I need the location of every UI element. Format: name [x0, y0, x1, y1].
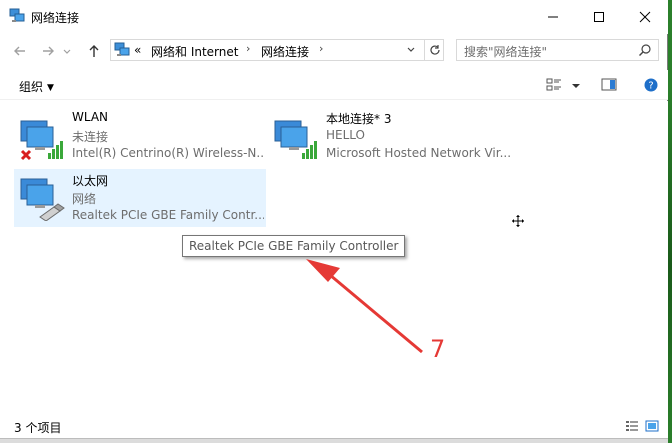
maximize-icon — [594, 12, 604, 22]
wireless-adapter-icon — [20, 120, 63, 161]
connection-item-wlan[interactable]: WLAN 未连接 Intel(R) Centrino(R) Wireless-N… — [14, 107, 266, 165]
status-bar: 3 个项目 — [0, 416, 668, 438]
search-icon[interactable] — [638, 43, 652, 57]
details-view-icon[interactable] — [625, 420, 639, 432]
connection-name: 以太网 — [72, 174, 109, 188]
connections-list: WLAN 未连接 Intel(R) Centrino(R) Wireless-N… — [0, 101, 668, 416]
connection-item-local-3[interactable]: 本地连接* 3 HELLO Microsoft Hosted Network V… — [268, 107, 524, 165]
refresh-button[interactable] — [424, 40, 444, 60]
help-icon[interactable]: ? — [643, 76, 659, 94]
network-connections-icon — [114, 42, 130, 56]
breadcrumb-network-internet[interactable]: 网络和 Internet — [151, 43, 238, 60]
caret-down-icon: ▼ — [47, 83, 54, 93]
large-icons-view-icon[interactable] — [645, 420, 659, 432]
change-view-icon[interactable] — [545, 76, 563, 94]
device-tooltip: Realtek PCIe GBE Family Controller — [182, 235, 406, 257]
connection-device: Microsoft Hosted Network Vir... — [326, 146, 512, 160]
connection-status: 未连接 — [72, 130, 109, 144]
refresh-icon — [429, 45, 440, 55]
connection-name: 本地连接* 3 — [326, 112, 392, 126]
background-edge — [668, 0, 672, 443]
search-input[interactable]: 搜索"网络连接" — [456, 39, 659, 61]
wireless-adapter-icon — [274, 120, 317, 159]
close-button[interactable] — [622, 0, 668, 34]
title-bar: 网络连接 — [0, 0, 668, 34]
preview-pane-icon[interactable] — [600, 76, 618, 94]
network-connections-icon — [9, 8, 25, 22]
connection-status: HELLO — [326, 128, 365, 142]
search-placeholder: 搜索"网络连接" — [464, 45, 548, 59]
command-bar: 组织 ▼ ? — [0, 70, 668, 100]
forward-arrow-icon[interactable] — [39, 42, 57, 60]
breadcrumb-network-connections[interactable]: 网络连接 — [261, 43, 309, 60]
minimize-button[interactable] — [530, 0, 576, 34]
recent-locations-chevron-icon[interactable] — [61, 42, 73, 60]
back-arrow-icon[interactable] — [11, 42, 29, 60]
minimize-icon — [548, 16, 558, 18]
ethernet-adapter-icon — [20, 178, 65, 221]
connection-name: WLAN — [72, 110, 109, 124]
organize-label: 组织 — [19, 80, 44, 94]
connection-device: Realtek PCIe GBE Family Contr... — [72, 208, 264, 222]
breadcrumb-separator[interactable]: › — [319, 42, 323, 55]
close-icon — [639, 11, 651, 23]
annotation-number: 7 — [430, 335, 446, 363]
address-dropdown-chevron-icon[interactable] — [406, 43, 416, 57]
address-overflow[interactable]: « — [134, 43, 141, 57]
connection-status: 网络 — [72, 192, 97, 206]
connection-item-ethernet[interactable]: 以太网 网络 Realtek PCIe GBE Family Contr... — [14, 169, 266, 227]
window-title: 网络连接 — [31, 11, 80, 25]
explorer-window: 网络连接 « 网络和 Internet › 网络连接 › 搜索"网络连接" 组织… — [0, 0, 668, 443]
organize-menu[interactable]: 组织 ▼ — [19, 78, 54, 95]
svg-text:?: ? — [648, 81, 653, 92]
connection-device: Intel(R) Centrino(R) Wireless-N... — [72, 146, 264, 160]
breadcrumb-separator[interactable]: › — [246, 42, 250, 55]
taskbar-edge — [0, 438, 668, 443]
up-arrow-icon[interactable] — [85, 42, 103, 60]
address-bar[interactable]: « 网络和 Internet › 网络连接 › — [110, 39, 444, 61]
maximize-button[interactable] — [576, 0, 622, 34]
view-options-caret-icon[interactable] — [570, 76, 582, 94]
item-count: 3 个项目 — [14, 421, 62, 435]
move-cursor-icon — [512, 215, 524, 227]
